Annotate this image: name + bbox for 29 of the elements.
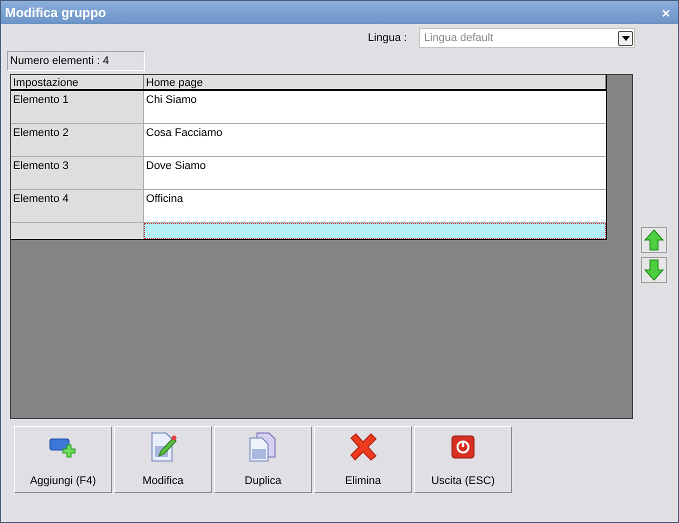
move-down-button[interactable] bbox=[641, 257, 667, 283]
column-header: Impostazione bbox=[11, 75, 144, 89]
language-placeholder: Lingua default bbox=[424, 30, 494, 46]
up-arrow-icon bbox=[644, 229, 664, 251]
row-header-cell: Elemento 2 bbox=[11, 124, 144, 156]
row-header-cell: Elemento 3 bbox=[11, 157, 144, 189]
table-cell-text: Chi Siamo bbox=[145, 93, 198, 108]
window-title: Modifica gruppo bbox=[5, 4, 106, 22]
toolbar-button[interactable]: Uscita (ESC) bbox=[414, 426, 512, 493]
toolbar-button[interactable]: Duplica bbox=[214, 426, 312, 493]
toolbar-button[interactable]: Aggiungi (F4) bbox=[14, 426, 112, 493]
row-header-cell: Elemento 1 bbox=[11, 91, 144, 123]
toolbar-button[interactable]: Modifica bbox=[114, 426, 212, 493]
toolbar-button[interactable]: Elimina bbox=[314, 426, 412, 493]
copy-documents-icon bbox=[248, 432, 278, 462]
down-arrow-icon bbox=[644, 259, 664, 281]
table-cell-text: Officina bbox=[145, 192, 184, 207]
power-icon bbox=[451, 434, 475, 458]
row-header-cell: Elemento 4 bbox=[11, 190, 144, 222]
add-icon bbox=[49, 436, 77, 458]
edit-document-icon bbox=[149, 432, 177, 462]
delete-icon bbox=[349, 432, 377, 460]
new-row-cell[interactable] bbox=[144, 223, 606, 239]
language-label: Lingua : bbox=[368, 30, 407, 46]
element-count: Numero elementi : 4 bbox=[7, 51, 145, 71]
column-header: Home page bbox=[144, 75, 606, 89]
table-cell-text: Dove Siamo bbox=[145, 159, 207, 174]
move-up-button[interactable] bbox=[641, 227, 667, 253]
table-cell-text: Cosa Facciamo bbox=[145, 126, 224, 141]
